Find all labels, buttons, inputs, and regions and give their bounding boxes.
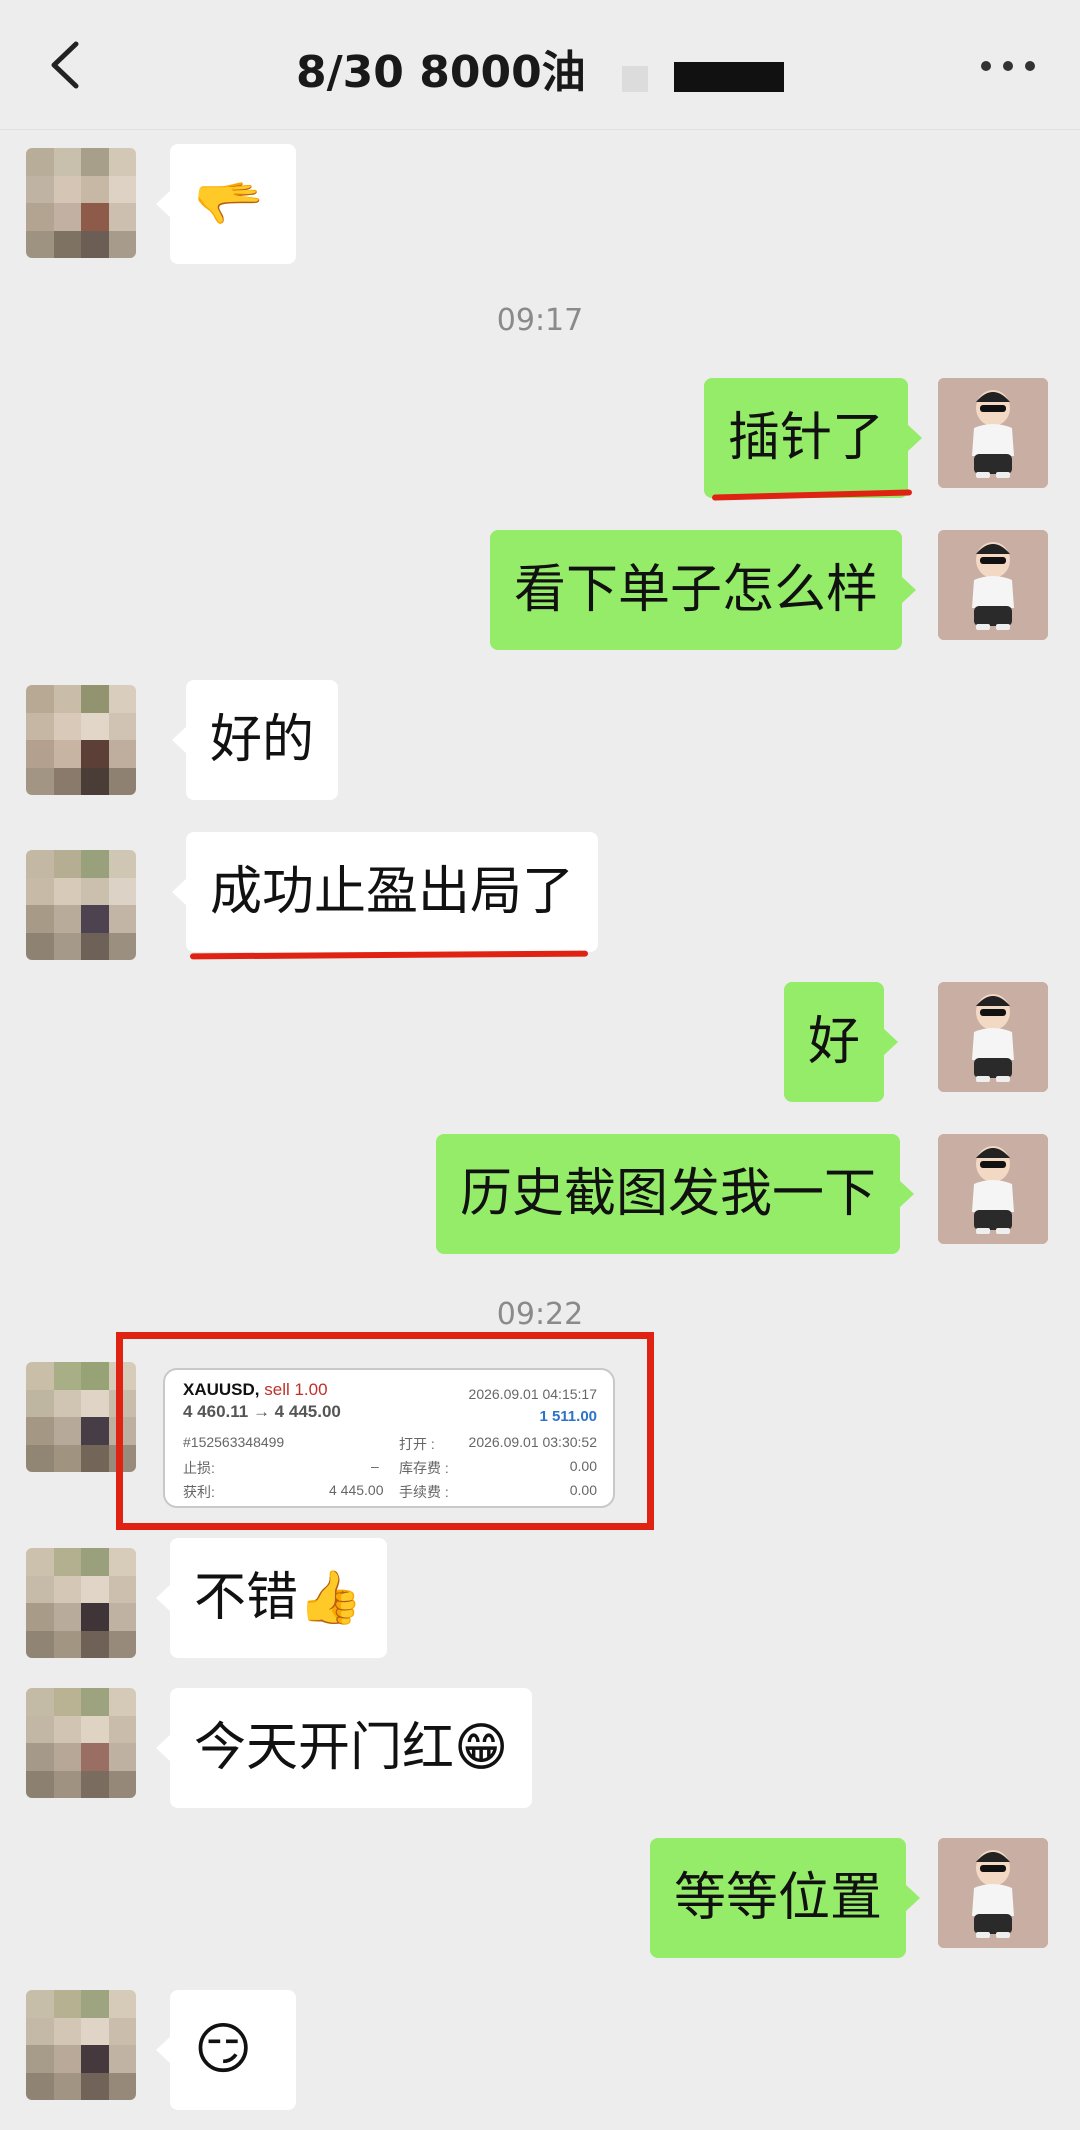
contact-avatar[interactable] xyxy=(26,148,136,258)
timestamp: 09:22 xyxy=(496,1297,584,1332)
hand-emoji: 🫳 xyxy=(194,171,264,236)
incoming-message[interactable]: 今天开门红😁 xyxy=(155,1688,533,1808)
outgoing-message[interactable]: 历史截图发我一下 xyxy=(436,1134,915,1254)
incoming-message[interactable]: 不错👍 xyxy=(156,1538,387,1658)
contact-avatar[interactable] xyxy=(26,1990,136,2100)
contact-avatar[interactable] xyxy=(26,850,136,960)
outgoing-message[interactable]: 好 xyxy=(784,982,899,1102)
incoming-message[interactable]: 🫳 xyxy=(156,144,296,264)
self-avatar[interactable] xyxy=(938,1134,1048,1244)
more-options-icon[interactable] xyxy=(980,60,1036,72)
timestamp: 09:17 xyxy=(496,303,584,338)
chat-title: 8/30 8000油 xyxy=(296,47,586,98)
outgoing-message[interactable]: 等等位置 xyxy=(650,1838,921,1958)
back-icon[interactable] xyxy=(44,40,94,90)
contact-avatar[interactable] xyxy=(26,1548,136,1658)
outgoing-message[interactable]: 插针了 xyxy=(704,378,923,498)
incoming-message[interactable]: 好的 xyxy=(171,680,339,800)
redacted-mark xyxy=(622,66,648,92)
contact-avatar[interactable] xyxy=(26,1688,136,1798)
contact-avatar[interactable] xyxy=(26,685,136,795)
chat-header: 8/30 8000油 xyxy=(0,0,1080,130)
smirk-emoji: 😏 xyxy=(194,2017,253,2082)
outgoing-message[interactable]: 看下单子怎么样 xyxy=(490,530,917,650)
incoming-message[interactable]: 成功止盈出局了 xyxy=(171,832,599,952)
incoming-message[interactable]: 😏 xyxy=(156,1990,296,2110)
red-highlight-box xyxy=(116,1332,654,1530)
self-avatar[interactable] xyxy=(938,1838,1048,1948)
self-avatar[interactable] xyxy=(938,982,1048,1092)
redacted-bar xyxy=(674,62,784,92)
self-avatar[interactable] xyxy=(938,530,1048,640)
self-avatar[interactable] xyxy=(938,378,1048,488)
